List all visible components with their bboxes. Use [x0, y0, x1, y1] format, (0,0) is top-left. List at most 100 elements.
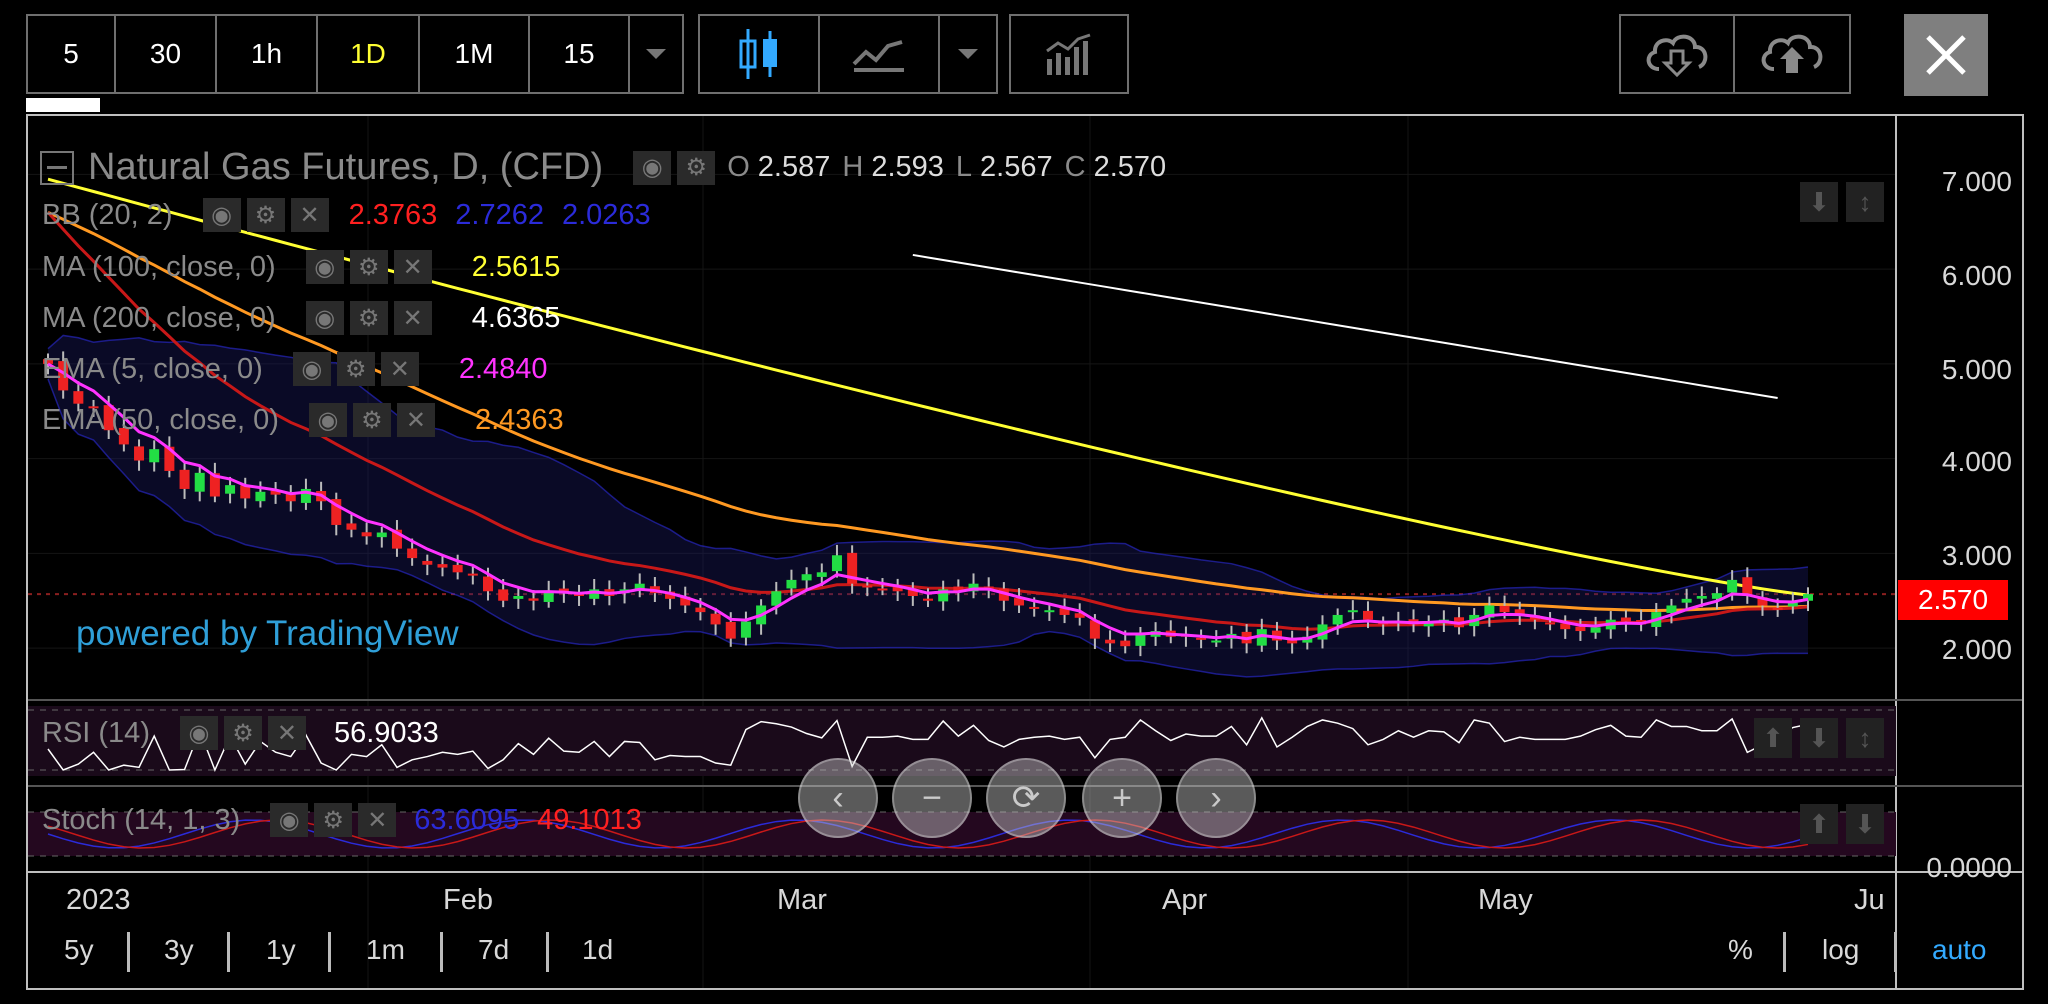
- settings-gear-icon[interactable]: ⚙: [677, 150, 716, 185]
- line-type-button[interactable]: [820, 16, 940, 92]
- candle-body: [923, 598, 933, 601]
- close-button[interactable]: [1904, 14, 1988, 96]
- candle-body: [194, 472, 205, 492]
- percent-scale-button[interactable]: %: [1728, 934, 1753, 966]
- remove-icon[interactable]: ✕: [267, 716, 306, 750]
- candle-body: [862, 585, 873, 588]
- candle-body: [467, 573, 478, 576]
- settings-gear-icon[interactable]: ⚙: [349, 250, 388, 284]
- x-axis-label: 2023: [66, 884, 131, 916]
- remove-icon[interactable]: ✕: [380, 352, 419, 386]
- log-scale-button[interactable]: log: [1822, 934, 1859, 966]
- range-3y-button[interactable]: 3y: [164, 934, 194, 966]
- remove-icon[interactable]: ✕: [290, 198, 329, 232]
- indicator-name: RSI (14): [42, 716, 150, 749]
- move-down-arrow-icon[interactable]: ⬇: [1846, 804, 1884, 844]
- y-axis-label: 4.000: [1941, 446, 2012, 477]
- visibility-icon[interactable]: ◉: [202, 198, 241, 232]
- cloud-upload-icon: [1761, 34, 1823, 73]
- x-axis-label: Ju: [1854, 884, 1885, 916]
- cloud-download-button[interactable]: [1621, 16, 1735, 92]
- move-up-arrow-icon[interactable]: ⬆: [1800, 804, 1838, 844]
- ma200-value: 4.6365: [471, 301, 561, 334]
- candle-body: [786, 579, 797, 589]
- zoom-out-button[interactable]: −: [892, 758, 972, 838]
- candle-body: [1666, 605, 1677, 613]
- x-axis-label: May: [1478, 884, 1533, 916]
- candlestick-type-button[interactable]: [700, 16, 820, 92]
- ohlc-open: O 2.587: [727, 151, 831, 183]
- zoom-in-button[interactable]: +: [1082, 758, 1162, 838]
- settings-gear-icon[interactable]: ⚙: [246, 198, 285, 232]
- indicators-button[interactable]: [1011, 16, 1127, 92]
- cloud-upload-button[interactable]: [1735, 16, 1849, 92]
- watermark[interactable]: powered by TradingView: [76, 614, 459, 654]
- chart-area[interactable]: Natural Gas Futures, D, (CFD) ◉ ⚙ O 2.587…: [26, 114, 2024, 990]
- candle-body: [1575, 626, 1586, 632]
- maximize-arrow-icon[interactable]: ↕: [1846, 718, 1884, 758]
- settings-gear-icon[interactable]: ⚙: [349, 301, 388, 335]
- visibility-icon[interactable]: ◉: [305, 250, 344, 284]
- remove-icon[interactable]: ✕: [396, 403, 435, 437]
- visibility-icon[interactable]: ◉: [305, 301, 344, 335]
- settings-gear-icon[interactable]: ⚙: [314, 803, 353, 837]
- range-5y-button[interactable]: 5y: [64, 934, 94, 966]
- legend-ma100: MA (100, close, 0) ◉ ⚙ ✕ 2.5615: [42, 250, 560, 284]
- ohlc-close: C 2.570: [1064, 151, 1167, 183]
- remove-icon[interactable]: ✕: [358, 803, 397, 837]
- symbol-title: Natural Gas Futures, D, (CFD): [88, 146, 604, 188]
- interval-15-button[interactable]: 15: [530, 16, 630, 92]
- candle-body: [1029, 606, 1040, 609]
- interval-30-button[interactable]: 30: [116, 16, 217, 92]
- interval-1h-button[interactable]: 1h: [217, 16, 318, 92]
- visibility-icon[interactable]: ◉: [179, 716, 218, 750]
- range-7d-button[interactable]: 7d: [478, 934, 509, 966]
- indicator-name: EMA (50, close, 0): [42, 403, 279, 436]
- candle-body: [1620, 617, 1631, 622]
- divider: [440, 932, 443, 972]
- x-axis-label: Apr: [1162, 884, 1208, 916]
- auto-scale-button[interactable]: auto: [1932, 934, 1987, 966]
- legend-stoch: Stoch (14, 1, 3) ◉ ⚙ ✕ 63.6095 49.1013: [42, 803, 642, 837]
- legend-rsi: RSI (14) ◉ ⚙ ✕ 56.9033: [42, 716, 439, 750]
- remove-icon[interactable]: ✕: [393, 250, 432, 284]
- settings-gear-icon[interactable]: ⚙: [352, 403, 391, 437]
- interval-5-button[interactable]: 5: [28, 16, 116, 92]
- interval-1m-button[interactable]: 1M: [420, 16, 530, 92]
- settings-gear-icon[interactable]: ⚙: [336, 352, 375, 386]
- interval-more-dropdown[interactable]: [630, 16, 682, 92]
- legend-ema50: EMA (50, close, 0) ◉ ⚙ ✕ 2.4363: [42, 403, 564, 437]
- scroll-left-button[interactable]: ‹: [798, 758, 878, 838]
- visibility-icon[interactable]: ◉: [633, 150, 672, 185]
- remove-icon[interactable]: ✕: [393, 301, 432, 335]
- chevron-down-icon: [958, 49, 978, 59]
- candle-body: [877, 588, 888, 591]
- divider: [227, 932, 230, 972]
- candle-body: [1499, 605, 1510, 613]
- range-1m-button[interactable]: 1m: [366, 934, 405, 966]
- x-axis-label: Mar: [777, 884, 827, 916]
- collapse-icon[interactable]: [40, 150, 74, 185]
- candle-body: [1363, 610, 1373, 620]
- move-down-arrow-icon[interactable]: ⬇: [1800, 182, 1838, 222]
- settings-gear-icon[interactable]: ⚙: [223, 716, 262, 750]
- scroll-indicator[interactable]: [26, 98, 100, 112]
- chart-type-dropdown[interactable]: [940, 16, 996, 92]
- range-1y-button[interactable]: 1y: [266, 934, 296, 966]
- move-up-arrow-icon[interactable]: ⬆: [1754, 718, 1792, 758]
- visibility-icon[interactable]: ◉: [292, 352, 331, 386]
- chart-type-toolbar: [698, 14, 998, 94]
- candle-body: [225, 485, 236, 494]
- maximize-arrow-icon[interactable]: ↕: [1846, 182, 1884, 222]
- move-down-arrow-icon[interactable]: ⬇: [1800, 718, 1838, 758]
- reset-chart-button[interactable]: ⟳: [986, 758, 1066, 838]
- interval-1d-button[interactable]: 1D: [318, 16, 420, 92]
- ohlc-high: H 2.593: [842, 151, 944, 183]
- divider: [1783, 932, 1786, 972]
- range-1d-button[interactable]: 1d: [582, 934, 613, 966]
- scroll-right-button[interactable]: ›: [1176, 758, 1256, 838]
- price-chart[interactable]: [28, 116, 2022, 988]
- visibility-icon[interactable]: ◉: [308, 403, 347, 437]
- visibility-icon[interactable]: ◉: [270, 803, 309, 837]
- candle-body: [1681, 598, 1692, 603]
